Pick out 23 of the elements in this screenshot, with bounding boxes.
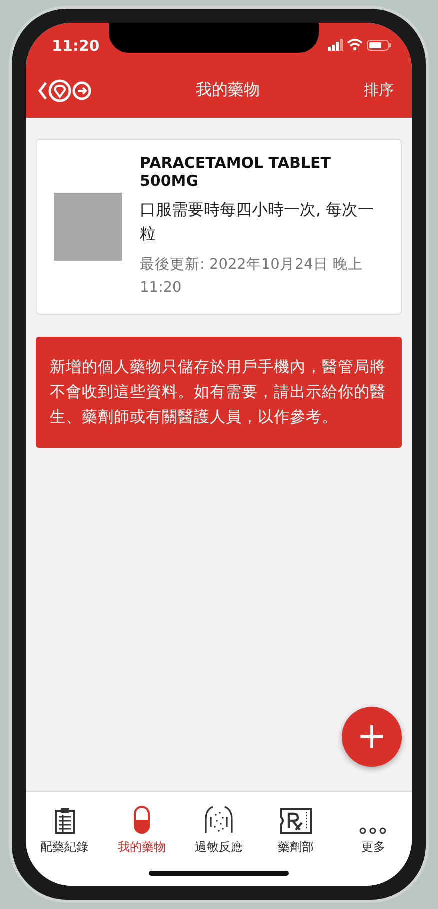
tab-item[interactable]: 藥劑部 <box>258 800 335 856</box>
clipboard-icon <box>54 807 76 835</box>
tab-item[interactable]: 我的藥物 <box>103 800 180 856</box>
add-button[interactable]: + <box>342 707 402 767</box>
more-icon <box>359 827 388 835</box>
battery-icon <box>367 40 392 50</box>
tab-item[interactable]: 更多 <box>334 800 412 856</box>
torso-rash-icon <box>203 805 235 835</box>
photo-placeholder <box>54 193 122 262</box>
tab-item[interactable]: 配藥紀錄 <box>26 800 104 856</box>
prescription-icon <box>279 807 314 835</box>
status-time: 11:20 <box>52 37 100 55</box>
tab-item[interactable]: 過敏反應 <box>180 800 258 856</box>
page-title: 我的藥物 <box>196 80 260 101</box>
capsule-icon <box>132 805 151 835</box>
medication-card[interactable]: PARACETAMOL TABLET 500MG 口服需要時每四小時一次, 每次一粒 最後更新: 2022年10月24日 晚上 11:20 <box>36 139 402 316</box>
notice-text: 新增的個人藥物只儲存於用戶手機內，醫管局將不會收到這些資料。如有需要，請出示給你的醫生、藥劑師或有關醫護人員，以作參考。 <box>50 358 386 426</box>
wifi-icon <box>347 39 363 51</box>
sort-button[interactable]: 排序 <box>360 77 398 104</box>
signal-icon <box>328 39 343 51</box>
last-updated-text: 最後更新: 2022年10月24日 晚上 11:20 <box>140 256 364 298</box>
medication-name: PARACETAMOL TABLET 500MG <box>140 154 332 190</box>
dosage-text: 口服需要時每四小時一次, 每次一粒 <box>140 199 376 245</box>
